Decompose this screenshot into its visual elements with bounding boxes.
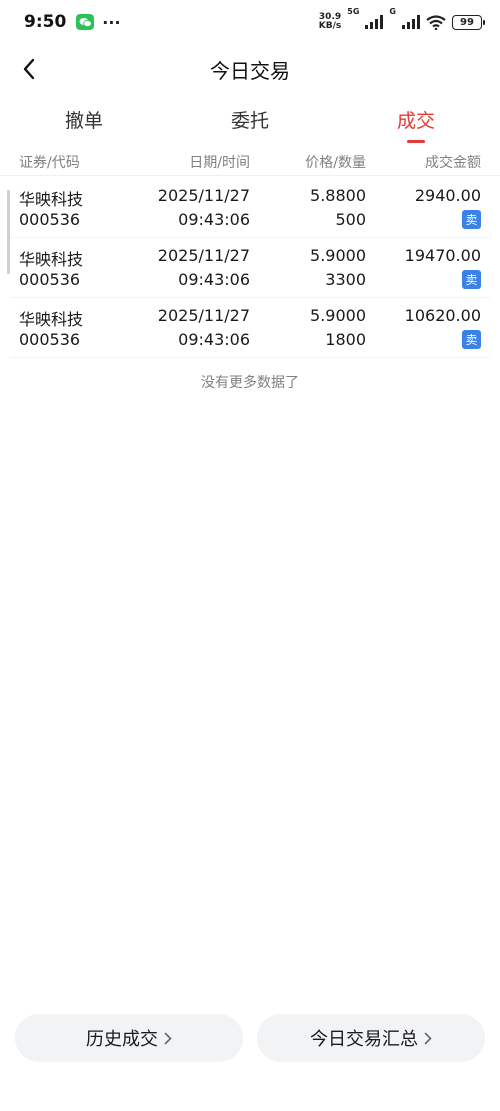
more-notifications-icon: ···: [102, 12, 121, 32]
wechat-notification-icon: [76, 14, 95, 30]
column-header-datetime: 日期/时间: [189, 155, 250, 171]
security-name: 华映科技: [19, 190, 84, 209]
network-type-label: 5G: [347, 7, 360, 16]
sell-badge: 卖: [462, 210, 481, 229]
trade-quantity: 3300: [325, 270, 366, 289]
trade-time: 09:43:06: [178, 330, 250, 349]
network-type-label-2: G: [389, 7, 396, 16]
history-trades-label: 历史成交: [86, 1029, 158, 1050]
trade-price: 5.9000: [310, 306, 366, 325]
trade-date: 2025/11/27: [157, 306, 250, 325]
network-speed: 30.9 KB/s: [319, 13, 341, 31]
security-code: 000536: [19, 210, 81, 229]
signal-strength-icon-2: [402, 15, 420, 29]
table-row[interactable]: 华映科技 000536 2025/11/27 09:43:06 5.9000 3…: [10, 238, 490, 298]
chevron-right-icon: [424, 1032, 432, 1045]
battery-icon: 99: [452, 14, 485, 30]
active-tab-indicator: [407, 140, 425, 143]
no-more-data-text: 没有更多数据了: [201, 375, 299, 391]
column-header-amount: 成交金额: [425, 155, 481, 171]
sell-badge: 卖: [462, 270, 481, 289]
security-name: 华映科技: [19, 310, 84, 329]
security-code: 000536: [19, 270, 81, 289]
history-trades-button[interactable]: 历史成交: [15, 1014, 243, 1062]
column-header-security: 证券/代码: [19, 155, 80, 171]
trade-date: 2025/11/27: [157, 186, 250, 205]
trade-price: 5.8800: [310, 186, 366, 205]
table-row[interactable]: 华映科技 000536 2025/11/27 09:43:06 5.8800 5…: [10, 178, 490, 238]
sell-badge: 卖: [462, 330, 481, 349]
trade-amount: 19470.00: [404, 246, 481, 265]
table-header: 证券/代码 日期/时间 价格/数量 成交金额: [0, 146, 500, 176]
tab-bar: 撤单 委托 成交: [0, 100, 500, 146]
trade-quantity: 1800: [325, 330, 366, 349]
security-name: 华映科技: [19, 250, 84, 269]
trade-amount: 2940.00: [414, 186, 481, 205]
trade-time: 09:43:06: [178, 270, 250, 289]
network-speed-unit: KB/s: [318, 21, 342, 31]
daily-summary-button[interactable]: 今日交易汇总: [257, 1014, 485, 1062]
tab-orders[interactable]: 委托: [210, 106, 290, 133]
table-row[interactable]: 华映科技 000536 2025/11/27 09:43:06 5.9000 1…: [10, 298, 490, 358]
trade-amount: 10620.00: [404, 306, 481, 325]
trade-time: 09:43:06: [178, 210, 250, 229]
tab-cancel-order[interactable]: 撤单: [44, 106, 124, 133]
page-title: 今日交易: [210, 58, 290, 83]
chevron-left-icon: [23, 58, 35, 80]
status-time: 9:50: [24, 12, 67, 32]
wifi-icon: [426, 14, 446, 30]
tab-trades[interactable]: 成交: [376, 106, 456, 133]
column-header-price-qty: 价格/数量: [305, 155, 366, 171]
trade-price: 5.9000: [310, 246, 366, 265]
back-button[interactable]: [14, 54, 44, 84]
status-indicators: 30.9 KB/s 5G G 99: [319, 7, 485, 31]
daily-summary-label: 今日交易汇总: [310, 1029, 418, 1050]
signal-strength-icon: [365, 15, 384, 29]
trade-quantity: 500: [335, 210, 366, 229]
chevron-right-icon: [164, 1032, 172, 1045]
header: 今日交易: [0, 44, 500, 94]
status-bar: 9:50 ··· 30.9 KB/s 5G G 99: [0, 0, 500, 44]
trade-list: 华映科技 000536 2025/11/27 09:43:06 5.8800 5…: [0, 178, 500, 358]
trade-date: 2025/11/27: [157, 246, 250, 265]
security-code: 000536: [19, 330, 81, 349]
